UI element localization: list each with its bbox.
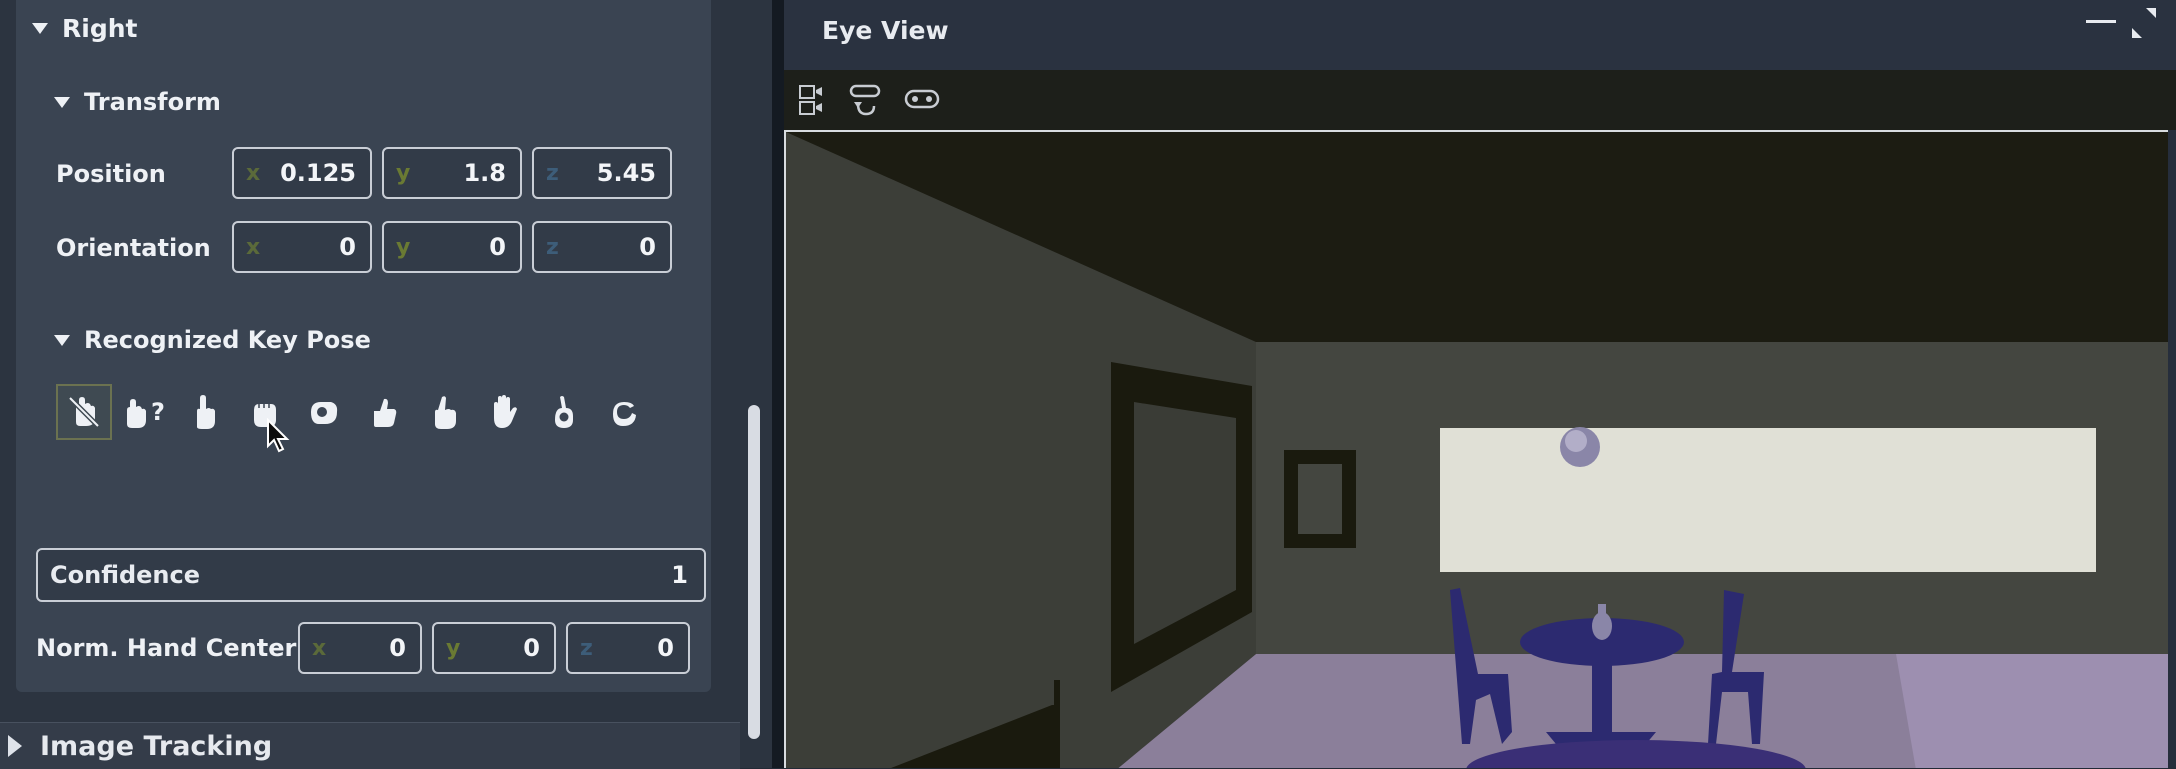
hand-center-y-value: 0 [523, 634, 540, 662]
orientation-y-field[interactable]: y 0 [382, 221, 522, 273]
window-pane [1440, 428, 2096, 572]
position-z-field[interactable]: z 5.45 [532, 147, 672, 199]
inspector-panel: Right Transform Position x 0.125 y 1.8 z… [0, 0, 772, 769]
position-y-field[interactable]: y 1.8 [382, 147, 522, 199]
axis-z-label: z [580, 635, 593, 661]
axis-z-label: z [546, 234, 559, 260]
unknown-question-mark: ? [151, 398, 165, 426]
eye-view-title: Eye View [822, 16, 949, 45]
section-title: Right [62, 14, 138, 43]
key-pose-title: Recognized Key Pose [84, 326, 371, 354]
camera-sides-icon[interactable] [798, 84, 824, 118]
confidence-label: Confidence [50, 561, 201, 589]
ok-sign-icon[interactable] [296, 384, 352, 440]
thumbs-up-icon[interactable] [356, 384, 412, 440]
eye-view-titlebar: Eye View [784, 0, 2176, 70]
collapse-triangle-icon [54, 334, 70, 346]
inspector-scrollbar[interactable] [748, 405, 760, 739]
orientation-y-value: 0 [489, 233, 506, 261]
open-palm-icon[interactable] [476, 384, 532, 440]
right-hand-section: Right Transform Position x 0.125 y 1.8 z… [16, 0, 711, 692]
axis-x-label: x [246, 234, 261, 260]
norm-hand-center-label: Norm. Hand Center [36, 634, 297, 662]
eye-view-toolbar [784, 70, 2176, 130]
orientation-x-value: 0 [339, 233, 356, 261]
pinch-icon[interactable] [416, 384, 472, 440]
axis-x-label: x [246, 160, 261, 186]
hand-center-x-field[interactable]: x 0 [298, 622, 422, 674]
image-tracking-section[interactable]: Image Tracking [0, 722, 740, 769]
hand-center-x-value: 0 [389, 634, 406, 662]
axis-x-label: x [312, 635, 327, 661]
hand-center-z-field[interactable]: z 0 [566, 622, 690, 674]
position-x-field[interactable]: x 0.125 [232, 147, 372, 199]
collapse-triangle-icon [54, 96, 70, 108]
rotate-headset-icon[interactable] [848, 82, 882, 118]
unknown-pose-icon[interactable]: ? [116, 384, 172, 440]
axis-y-label: y [446, 635, 461, 661]
circle-gesture-icon[interactable] [596, 384, 652, 440]
hand-center-z-value: 0 [657, 634, 674, 662]
transform-header[interactable]: Transform [54, 88, 221, 116]
confidence-field[interactable]: Confidence 1 [36, 548, 706, 602]
collapse-triangle-icon [32, 23, 48, 34]
position-y-value: 1.8 [463, 159, 506, 187]
right-section-header[interactable]: Right [32, 14, 137, 43]
orientation-z-field[interactable]: z 0 [532, 221, 672, 273]
transform-title: Transform [84, 88, 221, 116]
eye-view-panel: Eye View [784, 0, 2176, 768]
orientation-label: Orientation [56, 234, 211, 262]
orientation-z-value: 0 [639, 233, 656, 261]
expand-triangle-icon [8, 735, 22, 757]
scene-render [786, 132, 2168, 768]
point-icon[interactable] [176, 384, 232, 440]
axis-z-label: z [546, 160, 559, 186]
position-z-value: 5.45 [596, 159, 656, 187]
victory-icon[interactable] [536, 384, 592, 440]
position-label: Position [56, 160, 166, 188]
position-x-value: 0.125 [280, 159, 356, 187]
image-tracking-title: Image Tracking [40, 730, 273, 762]
confidence-value: 1 [671, 561, 688, 589]
no-hand-icon[interactable] [56, 384, 112, 440]
panel-divider[interactable] [772, 0, 784, 768]
minimize-icon[interactable] [2086, 20, 2116, 23]
axis-y-label: y [396, 234, 411, 260]
eye-view-viewport[interactable] [784, 130, 2168, 768]
gamepad-icon[interactable] [904, 88, 940, 112]
axis-y-label: y [396, 160, 411, 186]
orientation-x-field[interactable]: x 0 [232, 221, 372, 273]
mouse-cursor-icon [267, 418, 290, 453]
maximize-icon[interactable] [2130, 6, 2158, 38]
hand-center-y-field[interactable]: y 0 [432, 622, 556, 674]
key-pose-header[interactable]: Recognized Key Pose [54, 326, 371, 354]
